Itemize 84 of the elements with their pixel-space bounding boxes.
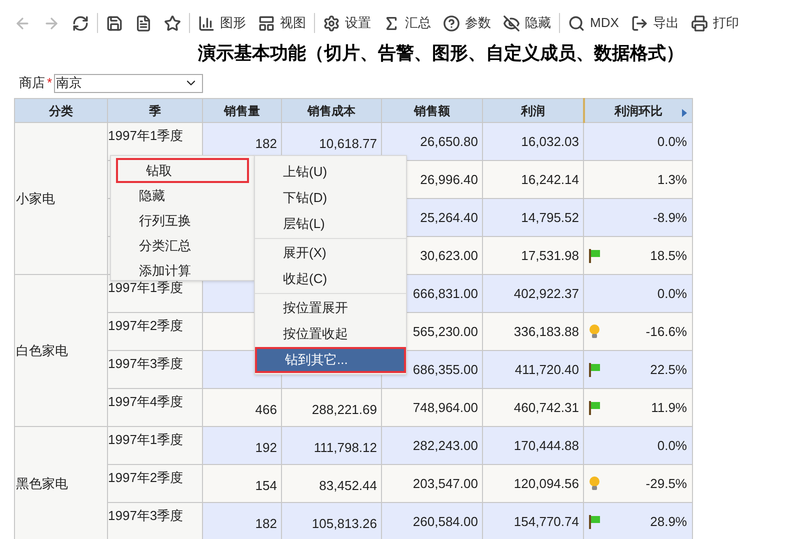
column-header[interactable]: 销售成本: [282, 98, 382, 122]
column-header[interactable]: 销售额: [382, 98, 482, 122]
table-cell: 105,813.26: [312, 516, 377, 530]
category-cell: 小家电: [16, 190, 55, 206]
column-header[interactable]: 利润环比: [584, 98, 692, 122]
table-cell-text: 0.0%: [657, 132, 687, 151]
category-cell: 黑色家电: [16, 476, 68, 491]
toolbar-button[interactable]: 参数: [439, 11, 495, 35]
table-cell: 170,444.88: [514, 438, 579, 453]
table-cell: 154: [255, 478, 277, 492]
menu-item[interactable]: 隐藏: [111, 183, 254, 208]
table-cell-text: 22.5%: [650, 360, 687, 379]
toolbar-button[interactable]: 视图: [254, 11, 310, 35]
menu-item[interactable]: 展开(X): [255, 240, 406, 266]
menu-item[interactable]: 钻取: [116, 158, 249, 183]
menu-item[interactable]: 上钻(U): [255, 159, 406, 185]
quarter-cell: 1997年1季度: [108, 128, 184, 143]
table-cell-text: -16.6%: [646, 322, 687, 341]
table-cell: 288,221.69: [312, 402, 377, 416]
toolbar-button[interactable]: 汇总: [379, 11, 435, 35]
filter-label: 商店: [19, 74, 45, 92]
table-cell: 83,452.44: [319, 478, 377, 492]
table-cell: 282,243.00: [412, 438, 478, 453]
table-cell: 336,183.88: [514, 324, 579, 339]
toolbar-button[interactable]: 打印: [686, 11, 743, 35]
quarter-cell: 1997年2季度: [108, 470, 184, 485]
table-cell-text: 0.0%: [657, 436, 687, 455]
quarter-cell: 1997年3季度: [108, 356, 184, 371]
table-cell: 686,355.00: [412, 362, 478, 377]
table-cell: 111,798.12: [314, 440, 377, 454]
table-cell: 565,230.00: [412, 324, 478, 339]
menu-item[interactable]: 按位置展开: [255, 295, 406, 321]
table-cell: 30,623.00: [420, 248, 478, 263]
required-mark: *: [47, 74, 52, 92]
quarter-cell: 1997年2季度: [108, 318, 184, 333]
table-cell-text: 1.3%: [657, 170, 687, 189]
table-cell: 26,650.80: [420, 134, 478, 149]
caret-right-icon[interactable]: [682, 109, 687, 117]
menu-item[interactable]: 分类汇总: [111, 233, 254, 258]
quarter-cell: 1997年1季度: [108, 280, 184, 295]
table-cell: 260,584.00: [412, 514, 478, 529]
table-cell: 182: [255, 136, 277, 150]
table-cell: 25,264.40: [420, 210, 478, 225]
menu-item[interactable]: 下钻(D): [255, 185, 406, 211]
menu-item[interactable]: 层钻(L): [255, 211, 406, 237]
toolbar-button[interactable]: 隐藏: [499, 11, 555, 35]
table-cell: 748,964.00: [412, 400, 478, 415]
menu-item[interactable]: 按位置收起: [255, 321, 406, 347]
quarter-cell: 1997年4季度: [108, 394, 184, 409]
quarter-cell: 1997年1季度: [108, 432, 184, 447]
table-cell: 16,242.14: [521, 172, 579, 187]
table-cell: 666,831.00: [412, 286, 478, 301]
table-cell: 16,032.03: [521, 134, 579, 149]
table-cell: 14,795.52: [521, 210, 579, 225]
table-cell: 402,922.37: [514, 286, 579, 301]
table-cell-text: 0.0%: [657, 284, 687, 303]
toolbar-button[interactable]: MDX: [564, 11, 623, 35]
table-cell: 10,618.77: [319, 136, 377, 150]
table-cell: 203,547.00: [412, 476, 478, 491]
toolbar-button[interactable]: 设置: [319, 11, 375, 35]
table-cell: 466: [255, 402, 277, 416]
menu-item[interactable]: 收起(C): [255, 266, 406, 292]
report-title: 演示基本功能（切片、告警、图形、自定义成员、数据格式）: [198, 42, 684, 65]
table-cell: 460,742.31: [514, 400, 579, 415]
table-cell: 154,770.74: [514, 514, 579, 529]
store-select[interactable]: 南京: [54, 74, 204, 92]
toolbar-button[interactable]: 导出: [626, 11, 683, 35]
table-cell-text: 28.9%: [650, 512, 687, 531]
table-cell: 192: [255, 440, 277, 454]
category-cell: 白色家电: [16, 342, 68, 358]
menu-item[interactable]: 行列互换: [111, 208, 254, 233]
table-cell: 120,094.56: [514, 476, 579, 491]
menu-item[interactable]: 钻到其它...: [255, 347, 406, 373]
quarter-cell: 1997年3季度: [108, 508, 184, 523]
table-cell-text: -8.9%: [653, 208, 687, 227]
table-cell-text: 11.9%: [651, 398, 687, 417]
table-cell: 411,720.40: [514, 362, 579, 377]
table-cell: 182: [255, 516, 277, 530]
table-cell: 17,531.98: [521, 248, 579, 263]
table-cell: 26,996.40: [420, 172, 478, 187]
toolbar-button[interactable]: 图形: [194, 11, 250, 35]
table-cell-text: 18.5%: [650, 246, 687, 265]
table-cell-text: -29.5%: [646, 474, 687, 493]
column-header[interactable]: 分类: [14, 98, 108, 122]
